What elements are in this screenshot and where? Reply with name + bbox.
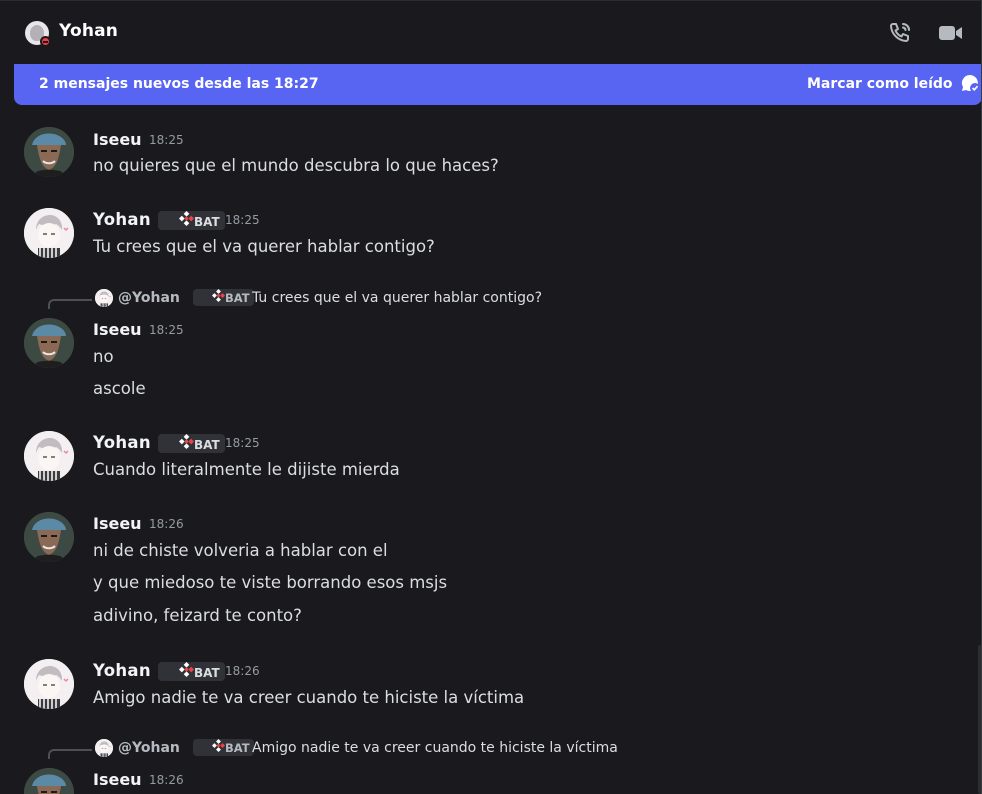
message-author[interactable]: Iseeu xyxy=(93,130,142,149)
reply-avatar[interactable] xyxy=(95,739,113,757)
user-avatar[interactable] xyxy=(24,318,74,368)
message-timestamp[interactable]: 18:25 xyxy=(225,436,260,450)
bat-badge-icon xyxy=(212,289,225,302)
message-author[interactable]: Iseeu xyxy=(93,514,142,533)
message-text[interactable]: ascole xyxy=(93,379,146,398)
message-author[interactable]: Yohan xyxy=(93,433,151,452)
mark-as-read-button[interactable]: Marcar como leído xyxy=(807,74,980,93)
message-author[interactable]: Yohan xyxy=(93,661,151,680)
video-camera-icon[interactable] xyxy=(938,21,962,45)
bat-badge-icon xyxy=(212,739,225,752)
user-avatar[interactable] xyxy=(24,431,74,481)
reply-author[interactable]: @Yohan xyxy=(118,290,180,306)
badge-label: BAT xyxy=(194,215,220,229)
user-avatar[interactable] xyxy=(24,768,74,794)
message-timestamp[interactable]: 18:26 xyxy=(149,517,184,531)
message-author[interactable]: Iseeu xyxy=(93,320,142,339)
user-avatar[interactable] xyxy=(24,127,74,177)
badge-label: BAT xyxy=(225,741,250,755)
reply-author[interactable]: @Yohan xyxy=(118,740,180,756)
message-author[interactable]: Yohan xyxy=(93,210,151,229)
user-avatar[interactable] xyxy=(24,208,74,258)
reply-connector xyxy=(48,749,92,759)
message-text[interactable]: Tu crees que el va querer hablar contigo… xyxy=(93,237,435,256)
bat-badge-icon xyxy=(179,662,194,677)
message-timestamp[interactable]: 18:26 xyxy=(149,773,184,787)
scrollbar[interactable] xyxy=(978,645,982,794)
reply-text[interactable]: Amigo nadie te va creer cuando te hicist… xyxy=(252,740,618,756)
message-text[interactable]: y que miedoso te viste borrando esos msj… xyxy=(93,573,447,592)
message-text[interactable]: Cuando literalmente le dijiste mierda xyxy=(93,460,400,479)
reply-text[interactable]: Tu crees que el va querer hablar contigo… xyxy=(252,290,542,306)
message-timestamp[interactable]: 18:25 xyxy=(225,213,260,227)
badge-label: BAT xyxy=(194,666,220,680)
message-text[interactable]: ni de chiste volveria a hablar con el xyxy=(93,541,388,560)
bat-badge[interactable]: BAT xyxy=(158,211,225,230)
bat-badge[interactable]: BAT xyxy=(158,662,225,681)
user-avatar[interactable] xyxy=(24,512,74,562)
badge-label: BAT xyxy=(194,438,220,452)
message-text[interactable]: no xyxy=(93,347,114,366)
message-author[interactable]: Iseeu xyxy=(93,770,142,789)
new-messages-text[interactable]: 2 mensajes nuevos desde las 18:27 xyxy=(39,76,319,92)
dnd-status-icon xyxy=(40,36,51,47)
dm-title[interactable]: Yohan xyxy=(59,21,118,41)
phone-call-icon[interactable] xyxy=(888,21,912,45)
reply-avatar[interactable] xyxy=(95,289,113,307)
badge-label: BAT xyxy=(225,291,250,305)
reply-badge: BAT xyxy=(193,739,254,756)
bat-badge-icon xyxy=(179,434,194,449)
bat-badge-icon xyxy=(179,211,194,226)
chat-check-icon[interactable] xyxy=(960,73,980,93)
bat-badge[interactable]: BAT xyxy=(158,434,225,453)
message-timestamp[interactable]: 18:26 xyxy=(225,664,260,678)
reply-badge: BAT xyxy=(193,289,254,306)
message-timestamp[interactable]: 18:25 xyxy=(149,323,184,337)
reply-connector xyxy=(48,299,92,309)
message-text[interactable]: no quieres que el mundo descubra lo que … xyxy=(93,156,499,175)
dm-header: Yohan xyxy=(0,0,982,64)
header-avatar[interactable] xyxy=(25,21,51,47)
message-timestamp[interactable]: 18:25 xyxy=(149,133,184,147)
message-text[interactable]: Amigo nadie te va creer cuando te hicist… xyxy=(93,688,524,707)
new-messages-bar[interactable]: 2 mensajes nuevos desde las 18:27 Marcar… xyxy=(14,64,982,105)
user-avatar[interactable] xyxy=(24,659,74,709)
message-text[interactable]: adivino, feizard te conto? xyxy=(93,606,302,625)
mark-as-read-label[interactable]: Marcar como leído xyxy=(807,76,953,92)
